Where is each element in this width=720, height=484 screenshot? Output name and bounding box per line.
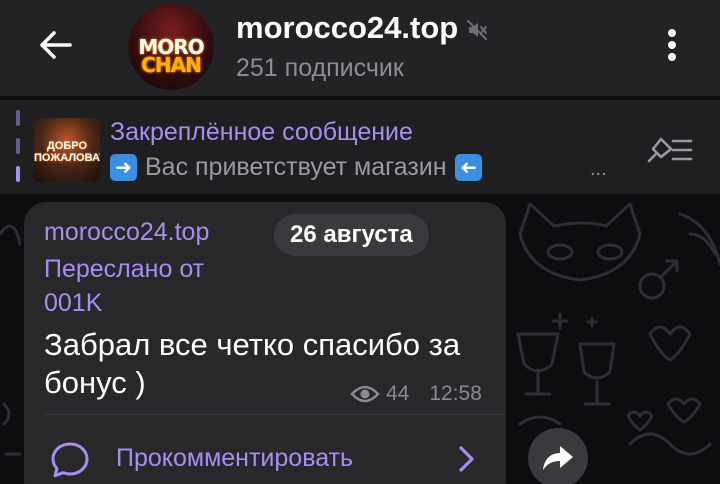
right-arrow-emoji-icon: ➜ [110,154,137,181]
chevron-right-icon [459,446,474,472]
subscriber-count: 251 подписчик [236,54,404,82]
chat-header: MORO CHAN morocco24.top 251 подписчик [0,0,720,96]
pinned-ellipsis: ... [590,158,607,180]
share-arrow-icon [543,446,573,470]
pinned-thumbnail: ДОБРО ПОЖАЛОВАТЬ [34,118,100,182]
more-options-button[interactable] [652,22,692,68]
channel-title[interactable]: morocco24.top [236,10,488,46]
forwarded-from[interactable]: Переслано от 001K [44,252,274,320]
message-time: 12:58 [429,382,482,405]
forwarded-label: Переслано от [44,255,205,283]
more-vertical-icon [668,29,676,61]
forwarded-source: 001K [44,289,103,317]
pinned-list-icon [647,137,693,163]
comment-button[interactable]: Прокомментировать [24,432,506,484]
channel-name: morocco24.top [236,10,459,45]
comment-icon [51,442,89,478]
message-meta: 44 12:58 [350,382,482,406]
comment-label: Прокомментировать [116,444,354,472]
pinned-preview-text: Вас приветствует магазин [145,153,447,181]
date-badge: 26 августа [274,214,429,256]
view-count: 44 [386,382,410,405]
back-button[interactable] [30,22,80,68]
avatar-logo: MORO CHAN [138,35,204,77]
left-arrow-emoji-icon: ➜ [454,154,482,181]
arrow-left-icon [40,31,72,59]
eye-icon [350,385,380,403]
pinned-title: Закреплённое сообщение [110,118,413,146]
bubble-divider [44,414,506,415]
pinned-list-button[interactable] [640,126,698,174]
message-author[interactable]: morocco24.top [44,218,209,247]
pinned-indicator [16,110,20,182]
speaker-muted-icon [466,19,488,41]
forward-button[interactable] [528,428,588,484]
channel-avatar[interactable]: MORO CHAN [128,4,214,90]
telegram-channel-screen: MORO CHAN morocco24.top 251 подписчик ДО… [0,0,720,484]
pinned-preview: ➜ Вас приветствует магазин ➜ [110,153,610,182]
pinned-thumbnail-text: ДОБРО ПОЖАЛОВАТЬ [34,140,100,164]
